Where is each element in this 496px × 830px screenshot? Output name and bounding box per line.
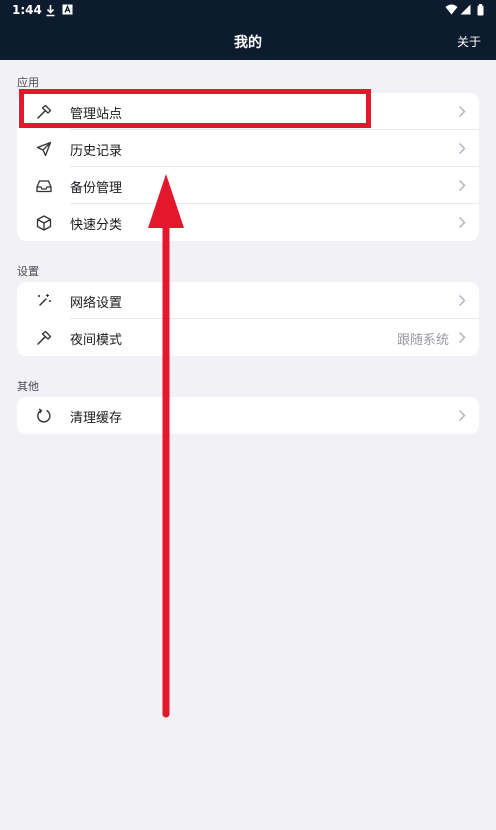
chevron-right-icon (459, 295, 466, 306)
notification-a-icon (62, 4, 73, 15)
backup-label: 备份管理 (70, 181, 123, 196)
signal-icon (460, 4, 471, 15)
status-time: 1:44 (12, 3, 42, 17)
magic-wand-icon (38, 294, 51, 306)
night-mode-item[interactable]: 夜间模式 跟随系统 (17, 319, 479, 356)
quick-category-label: 快速分类 (70, 218, 123, 233)
settings-card: 网络设置 夜间模式 跟随系统 (17, 282, 479, 356)
hammer-icon (37, 330, 52, 345)
page-title: 我的 (234, 35, 262, 51)
section-label-apps: 应用 (17, 76, 39, 89)
clear-cache-label: 清理缓存 (70, 411, 123, 426)
chevron-right-icon (459, 217, 466, 228)
night-mode-value: 跟随系统 (396, 333, 449, 348)
download-icon (46, 5, 55, 17)
inbox-icon (36, 180, 52, 193)
history-label: 历史记录 (70, 144, 123, 159)
section-label-settings: 设置 (17, 265, 39, 278)
backup-item[interactable]: 备份管理 (17, 167, 479, 204)
chevron-right-icon (459, 106, 466, 117)
status-bar: 1:44 (0, 0, 496, 22)
other-card: 清理缓存 (17, 397, 479, 434)
about-button[interactable]: 关于 (457, 33, 481, 50)
battery-icon (477, 4, 484, 16)
apps-card: 管理站点 历史记录 备份管理 快速分类 (17, 93, 479, 241)
network-settings-item[interactable]: 网络设置 (17, 282, 479, 319)
chevron-right-icon (459, 332, 466, 343)
section-label-other: 其他 (17, 380, 39, 393)
send-icon (36, 141, 52, 157)
manage-sites-label: 管理站点 (70, 107, 123, 122)
night-mode-label: 夜间模式 (70, 333, 123, 348)
history-item[interactable]: 历史记录 (17, 130, 479, 167)
chevron-right-icon (459, 143, 466, 154)
app-bar: 我的 关于 (0, 22, 496, 60)
network-settings-label: 网络设置 (70, 296, 123, 311)
wifi-icon (445, 4, 458, 15)
cube-icon (36, 215, 52, 231)
clear-cache-item[interactable]: 清理缓存 (17, 397, 479, 434)
chevron-right-icon (459, 180, 466, 191)
refresh-icon (37, 408, 51, 423)
hammer-icon (37, 104, 52, 119)
chevron-right-icon (459, 410, 466, 421)
quick-category-item[interactable]: 快速分类 (17, 204, 479, 241)
manage-sites-item[interactable]: 管理站点 (17, 93, 479, 130)
